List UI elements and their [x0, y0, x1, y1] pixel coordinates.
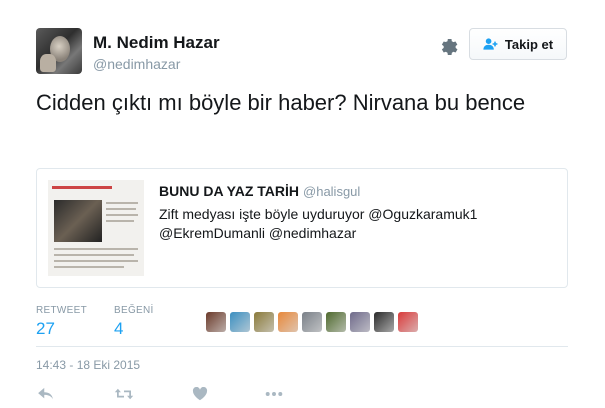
quoted-tweet-text: Zift medyası işte böyle uyduruyor @Oguzk… [159, 206, 478, 241]
more-options-icon[interactable] [264, 385, 284, 403]
tweet-text: Cidden çıktı mı böyle bir haber? Nirvana… [36, 90, 526, 115]
retweet-count[interactable]: 27 [36, 319, 87, 339]
likes-label: BEĞENİ [114, 305, 154, 316]
tweet-timestamp[interactable]: 14:43 - 18 Eki 2015 [36, 358, 140, 372]
liker-avatar-8[interactable] [374, 312, 394, 332]
avatar-hand [40, 54, 56, 72]
liker-avatar-4[interactable] [278, 312, 298, 332]
quoted-author-name: BUNU DA YAZ TARİH @halisgul [159, 183, 360, 199]
liker-avatar-9[interactable] [398, 312, 418, 332]
quoted-author-handle: @halisgul [303, 184, 361, 199]
liker-avatar-2[interactable] [230, 312, 250, 332]
liker-avatar-6[interactable] [326, 312, 346, 332]
add-user-icon [483, 38, 498, 50]
liker-avatar-1[interactable] [206, 312, 226, 332]
author-name[interactable]: M. Nedim Hazar [93, 33, 220, 53]
liker-avatar-5[interactable] [302, 312, 322, 332]
liker-avatar-3[interactable] [254, 312, 274, 332]
retweet-stat[interactable]: RETWEET 27 [36, 305, 87, 339]
author-avatar[interactable] [36, 28, 82, 74]
liker-avatar-7[interactable] [350, 312, 370, 332]
thumb-text-line [54, 248, 138, 250]
quoted-tweet-image[interactable] [48, 180, 144, 276]
thumb-text-line [54, 266, 124, 268]
thumb-text-line [106, 202, 138, 204]
thumb-photo [54, 200, 102, 242]
divider [36, 346, 568, 347]
thumb-text-line [106, 220, 134, 222]
thumb-header-bar [52, 186, 112, 189]
thumb-text-line [54, 254, 134, 256]
follow-button-label: Takip et [504, 36, 554, 52]
author-handle[interactable]: @nedimhazar [93, 56, 180, 72]
reply-icon[interactable] [36, 385, 56, 403]
thumb-text-line [106, 208, 136, 210]
likes-stat[interactable]: BEĞENİ 4 [114, 305, 154, 339]
like-heart-icon[interactable] [190, 385, 210, 403]
retweet-label: RETWEET [36, 305, 87, 316]
likes-count[interactable]: 4 [114, 319, 154, 339]
follow-button[interactable]: Takip et [469, 28, 567, 60]
thumb-text-line [106, 214, 138, 216]
likers-avatars [206, 312, 418, 332]
thumb-text-line [54, 260, 138, 262]
gear-icon[interactable] [438, 36, 458, 56]
quoted-tweet-card[interactable]: BUNU DA YAZ TARİH @halisgul Zift medyası … [36, 168, 568, 288]
retweet-icon[interactable] [114, 385, 134, 403]
quoted-author-display-name: BUNU DA YAZ TARİH [159, 183, 300, 199]
